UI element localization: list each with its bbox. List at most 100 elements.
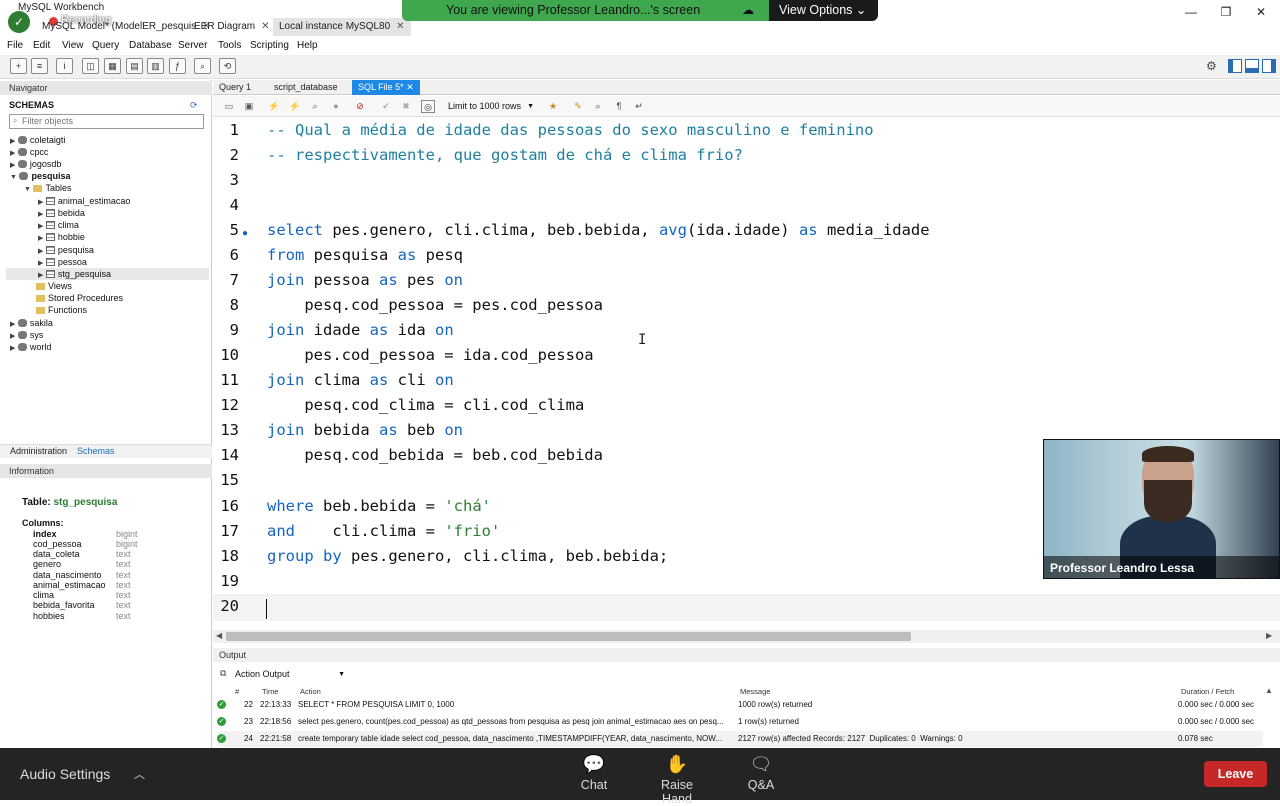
column-name: index <box>33 529 57 539</box>
audio-settings-button[interactable]: Audio Settings <box>20 766 110 782</box>
menu-view[interactable]: View <box>62 40 84 51</box>
line-number: 10 <box>220 346 239 364</box>
schema-coletaigti[interactable]: ▶ coletaigti <box>10 134 65 146</box>
new-sql-tab-icon[interactable]: + <box>10 58 27 74</box>
limit-rows-select[interactable]: Limit to 1000 rows ▼ <box>448 100 536 113</box>
output-type-select[interactable]: Action Output ▼ <box>235 668 347 681</box>
stop-icon[interactable]: ● <box>329 100 343 113</box>
filter-objects-input[interactable]: Filter objects <box>9 114 204 129</box>
create-procedure-icon[interactable]: ▥ <box>147 58 164 74</box>
output-row[interactable]: ✓ 22 22:13:33 SELECT * FROM PESQUISA LIM… <box>217 697 1263 713</box>
tab-script-database[interactable]: script_database <box>268 80 344 95</box>
tab-administration[interactable]: Administration <box>10 446 67 456</box>
info-table-title: Table: stg_pesquisa <box>22 497 118 508</box>
stored-procedures-folder[interactable]: Stored Procedures <box>36 292 123 304</box>
commit-icon[interactable]: ✔ <box>379 100 393 113</box>
autocommit-toggle-icon[interactable]: ◎ <box>421 100 435 113</box>
scroll-right-icon[interactable]: ▶ <box>1266 631 1272 640</box>
views-folder[interactable]: Views <box>36 280 72 292</box>
table-hobbie[interactable]: ▶ hobbie <box>38 231 85 243</box>
settings-gear-icon[interactable]: ⚙ <box>1206 59 1217 73</box>
add-snippet-icon[interactable]: ★ <box>546 100 560 113</box>
minimize-button[interactable]: — <box>1181 4 1201 20</box>
scroll-left-icon[interactable]: ◀ <box>216 631 222 640</box>
rollback-icon[interactable]: ✖ <box>399 100 413 113</box>
table-pessoa[interactable]: ▶ pessoa <box>38 256 87 268</box>
chat-button[interactable]: 💬 Chat <box>564 752 624 792</box>
table-clima[interactable]: ▶ clima <box>38 219 79 231</box>
menu-file[interactable]: File <box>7 40 23 51</box>
app-title: MySQL Workbench <box>18 2 105 13</box>
toggle-secondary-sidebar-icon[interactable] <box>1262 59 1276 73</box>
leave-button[interactable]: Leave <box>1204 761 1267 787</box>
open-sql-script-icon[interactable]: ≡ <box>31 58 48 74</box>
close-icon[interactable]: ✕ <box>396 21 404 32</box>
invisible-chars-icon[interactable]: ¶ <box>612 100 626 113</box>
output-row[interactable]: ✓ 24 22:21:58 create temporary table ida… <box>217 731 1263 747</box>
schema-cpcc[interactable]: ▶ cpcc <box>10 146 48 158</box>
qa-button[interactable]: 🗨 Q&A <box>731 752 791 792</box>
tab-schemas[interactable]: Schemas <box>77 446 115 456</box>
menu-edit[interactable]: Edit <box>33 40 50 51</box>
refresh-icon[interactable]: ⟳ <box>190 100 198 111</box>
close-window-button[interactable]: ✕ <box>1251 4 1271 20</box>
create-table-icon[interactable]: ▦ <box>104 58 121 74</box>
scroll-up-icon[interactable]: ▲ <box>1265 686 1273 695</box>
view-options-button[interactable]: View Options ⌄ <box>779 0 866 21</box>
reconnect-icon[interactable]: ⟲ <box>219 58 236 74</box>
inspector-icon[interactable]: i <box>56 58 73 74</box>
line-number: 17 <box>220 522 239 540</box>
chevron-up-icon[interactable]: ︿ <box>134 766 145 782</box>
scrollbar-thumb[interactable] <box>226 632 911 641</box>
create-schema-icon[interactable]: ◫ <box>82 58 99 74</box>
toggle-continue-on-error-icon[interactable]: ⊘ <box>353 100 367 113</box>
menu-scripting[interactable]: Scripting <box>250 40 289 51</box>
toggle-output-icon[interactable] <box>1245 59 1259 73</box>
beautify-icon[interactable]: ✎ <box>571 100 585 113</box>
open-folder-icon[interactable]: ▭ <box>222 100 236 113</box>
tab-local-instance[interactable]: Local instance MySQL80 ✕ <box>273 18 411 36</box>
code-line: pes.cod_pessoa = ida.cod_pessoa <box>267 346 594 364</box>
create-view-icon[interactable]: ▤ <box>126 58 143 74</box>
create-function-icon[interactable]: ƒ <box>169 58 186 74</box>
execute-icon[interactable]: ⚡ <box>267 100 281 113</box>
raise-hand-button[interactable]: ✋ Raise Hand <box>645 752 709 806</box>
explain-icon[interactable]: ⌕ <box>308 100 322 113</box>
presenter-hair <box>1142 446 1194 462</box>
menu-database[interactable]: Database <box>129 40 172 51</box>
current-line-highlight <box>213 594 1280 621</box>
output-copy-icon[interactable]: ⧉ <box>220 668 226 679</box>
schema-world[interactable]: ▶ world <box>10 341 51 353</box>
close-icon[interactable]: ✕ <box>406 82 414 92</box>
line-number: 20 <box>220 597 239 615</box>
wrap-lines-icon[interactable]: ↵ <box>632 100 646 113</box>
line-number: 6 <box>229 246 239 264</box>
schema-jogosdb[interactable]: ▶ jogosdb <box>10 158 61 170</box>
execute-current-icon[interactable]: ⚡ <box>288 100 302 113</box>
menu-query[interactable]: Query <box>92 40 119 51</box>
column-name: clima <box>33 590 55 600</box>
close-icon[interactable]: ✕ <box>261 21 269 32</box>
table-pesquisa[interactable]: ▶ pesquisa <box>38 244 94 256</box>
line-number: 15 <box>220 471 239 489</box>
schema-sys[interactable]: ▶ sys <box>10 329 43 341</box>
tab-eer-diagram[interactable]: EER Diagram ✕ <box>188 18 276 36</box>
tables-folder[interactable]: ▼ Tables <box>24 182 71 194</box>
save-icon[interactable]: ▣ <box>242 100 256 113</box>
table-bebida[interactable]: ▶ bebida <box>38 207 85 219</box>
functions-folder[interactable]: Functions <box>36 304 87 316</box>
toggle-sidebar-icon[interactable] <box>1228 59 1242 73</box>
table-animal-estimacao[interactable]: ▶ animal_estimacao <box>38 195 130 207</box>
search-table-icon[interactable]: ⌕ <box>194 58 211 74</box>
menu-tools[interactable]: Tools <box>218 40 241 51</box>
maximize-button[interactable]: ❐ <box>1216 4 1236 20</box>
tab-sql-file-5[interactable]: SQL File 5* ✕ <box>352 80 420 95</box>
table-stg-pesquisa[interactable]: ▶ stg_pesquisa <box>38 268 111 280</box>
find-icon[interactable]: ⌕ <box>591 100 605 113</box>
tab-query-1[interactable]: Query 1 <box>213 80 257 95</box>
output-row[interactable]: ✓ 23 22:18:56 select pes.genero, count(p… <box>217 714 1263 730</box>
schema-sakila[interactable]: ▶ sakila <box>10 317 53 329</box>
schema-pesquisa[interactable]: ▼ pesquisa <box>10 170 70 182</box>
menu-help[interactable]: Help <box>297 40 318 51</box>
menu-server[interactable]: Server <box>178 40 207 51</box>
